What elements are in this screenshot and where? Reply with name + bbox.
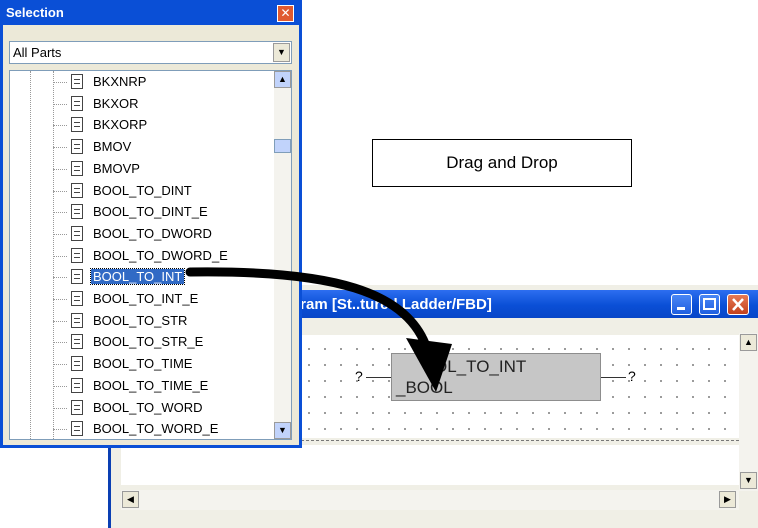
drag-arrow-icon (185, 267, 452, 392)
